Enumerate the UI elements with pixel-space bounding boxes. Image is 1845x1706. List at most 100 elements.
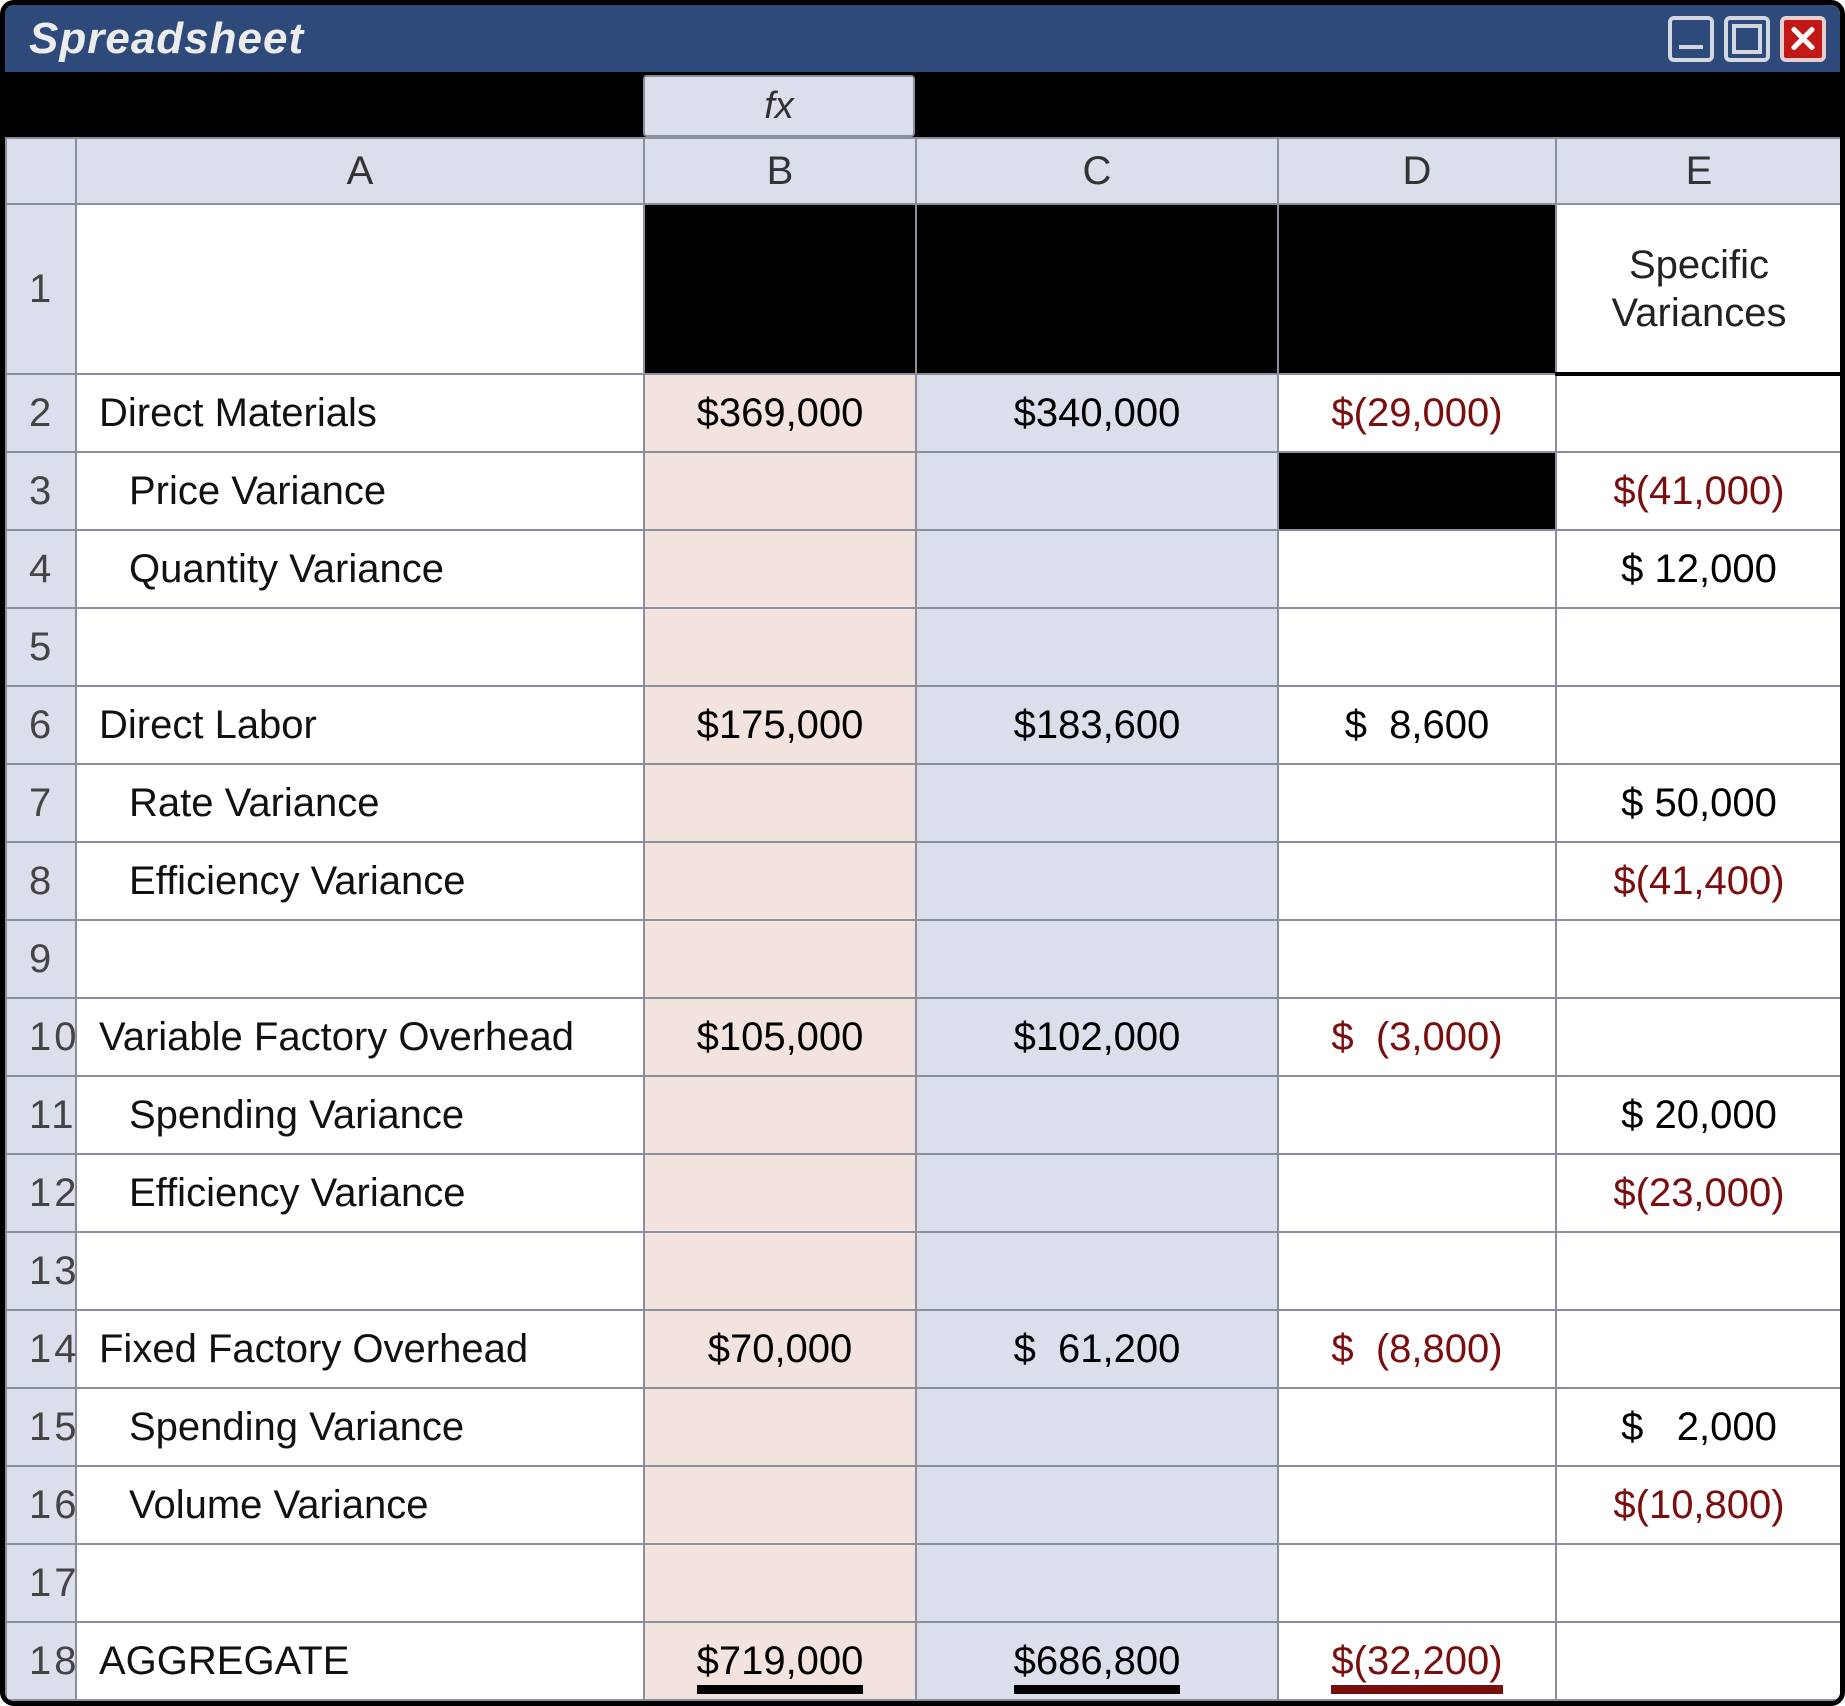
titlebar[interactable]: Spreadsheet	[5, 5, 1840, 75]
maximize-icon[interactable]	[1724, 16, 1770, 62]
cell-E17[interactable]	[1556, 1544, 1842, 1622]
cell-B10[interactable]: $105,000	[644, 998, 916, 1076]
cell-B9[interactable]	[644, 920, 916, 998]
cell-A15[interactable]: Spending Variance	[76, 1388, 644, 1466]
cell-B17[interactable]	[644, 1544, 916, 1622]
cell-D16[interactable]	[1278, 1466, 1556, 1544]
cell-A8[interactable]: Efficiency Variance	[76, 842, 644, 920]
row-header[interactable]: 4	[6, 530, 76, 608]
cell-A7[interactable]: Rate Variance	[76, 764, 644, 842]
col-header-D[interactable]: D	[1278, 138, 1556, 204]
row-header[interactable]: 8	[6, 842, 76, 920]
row-header[interactable]: 6	[6, 686, 76, 764]
cell-D1[interactable]: Overall Variances	[1278, 204, 1556, 374]
cell-C2[interactable]: $340,000	[916, 374, 1278, 452]
cell-B16[interactable]	[644, 1466, 916, 1544]
cell-C8[interactable]	[916, 842, 1278, 920]
cell-A2[interactable]: Direct Materials	[76, 374, 644, 452]
cell-B1[interactable]: Actual Cost to Account For	[644, 204, 916, 374]
cell-E14[interactable]	[1556, 1310, 1842, 1388]
cell-B7[interactable]	[644, 764, 916, 842]
cell-E16[interactable]: $(10,800)	[1556, 1466, 1842, 1544]
cell-A11[interactable]: Spending Variance	[76, 1076, 644, 1154]
cell-D15[interactable]	[1278, 1388, 1556, 1466]
cell-E9[interactable]	[1556, 920, 1842, 998]
cell-B18[interactable]: $719,000	[644, 1622, 916, 1700]
cell-A17[interactable]	[76, 1544, 644, 1622]
cell-C3[interactable]	[916, 452, 1278, 530]
cell-D12[interactable]	[1278, 1154, 1556, 1232]
cell-E7[interactable]: $ 50,000	[1556, 764, 1842, 842]
cell-B3[interactable]	[644, 452, 916, 530]
row-header[interactable]: 9	[6, 920, 76, 998]
cell-E18[interactable]	[1556, 1622, 1842, 1700]
cell-E8[interactable]: $(41,400)	[1556, 842, 1842, 920]
row-header[interactable]: 12	[6, 1154, 76, 1232]
cell-E2[interactable]	[1556, 374, 1842, 452]
cell-A10[interactable]: Variable Factory Overhead	[76, 998, 644, 1076]
cell-D10[interactable]: $ (3,000)	[1278, 998, 1556, 1076]
cell-D13[interactable]	[1278, 1232, 1556, 1310]
row-header[interactable]: 13	[6, 1232, 76, 1310]
col-header-C[interactable]: C	[916, 138, 1278, 204]
cell-C15[interactable]	[916, 1388, 1278, 1466]
cell-B11[interactable]	[644, 1076, 916, 1154]
cell-D18[interactable]: $(32,200)	[1278, 1622, 1556, 1700]
cell-A18[interactable]: AGGREGATE	[76, 1622, 644, 1700]
cell-B13[interactable]	[644, 1232, 916, 1310]
cell-D2[interactable]: $(29,000)	[1278, 374, 1556, 452]
cell-A13[interactable]	[76, 1232, 644, 1310]
cell-C5[interactable]	[916, 608, 1278, 686]
row-header[interactable]: 2	[6, 374, 76, 452]
cell-E11[interactable]: $ 20,000	[1556, 1076, 1842, 1154]
cell-A3[interactable]: Price Variance	[76, 452, 644, 530]
cell-C11[interactable]	[916, 1076, 1278, 1154]
cell-A6[interactable]: Direct Labor	[76, 686, 644, 764]
cell-D4[interactable]	[1278, 530, 1556, 608]
row-header[interactable]: 7	[6, 764, 76, 842]
row-header[interactable]: 17	[6, 1544, 76, 1622]
cell-E13[interactable]	[1556, 1232, 1842, 1310]
cell-A12[interactable]: Efficiency Variance	[76, 1154, 644, 1232]
cell-E5[interactable]	[1556, 608, 1842, 686]
row-header[interactable]: 18	[6, 1622, 76, 1700]
row-header[interactable]: 3	[6, 452, 76, 530]
cell-D11[interactable]	[1278, 1076, 1556, 1154]
cell-D14[interactable]: $ (8,800)	[1278, 1310, 1556, 1388]
close-icon[interactable]	[1780, 16, 1826, 62]
cell-C4[interactable]	[916, 530, 1278, 608]
fx-label[interactable]: fx	[643, 75, 915, 137]
col-header-B[interactable]: B	[644, 138, 916, 204]
cell-B8[interactable]	[644, 842, 916, 920]
cell-D5[interactable]	[1278, 608, 1556, 686]
cell-B15[interactable]	[644, 1388, 916, 1466]
cell-D17[interactable]	[1278, 1544, 1556, 1622]
cell-B2[interactable]: $369,000	[644, 374, 916, 452]
cell-D7[interactable]	[1278, 764, 1556, 842]
cell-A16[interactable]: Volume Variance	[76, 1466, 644, 1544]
cell-C13[interactable]	[916, 1232, 1278, 1310]
row-header[interactable]: 1	[6, 204, 76, 374]
row-header[interactable]: 10	[6, 998, 76, 1076]
cell-E15[interactable]: $ 2,000	[1556, 1388, 1842, 1466]
cell-C16[interactable]	[916, 1466, 1278, 1544]
name-box[interactable]	[5, 75, 643, 137]
row-header[interactable]: 11	[6, 1076, 76, 1154]
cell-E6[interactable]	[1556, 686, 1842, 764]
cell-E3[interactable]: $(41,000)	[1556, 452, 1842, 530]
cell-B6[interactable]: $175,000	[644, 686, 916, 764]
cell-D3[interactable]	[1278, 452, 1556, 530]
cell-C9[interactable]	[916, 920, 1278, 998]
cell-C14[interactable]: $ 61,200	[916, 1310, 1278, 1388]
cell-D8[interactable]	[1278, 842, 1556, 920]
cell-E4[interactable]: $ 12,000	[1556, 530, 1842, 608]
row-header[interactable]: 14	[6, 1310, 76, 1388]
cell-A9[interactable]	[76, 920, 644, 998]
cell-A4[interactable]: Quantity Variance	[76, 530, 644, 608]
col-header-A[interactable]: A	[76, 138, 644, 204]
cell-C18[interactable]: $686,800	[916, 1622, 1278, 1700]
cell-C7[interactable]	[916, 764, 1278, 842]
cell-E1[interactable]: Specific Variances	[1556, 204, 1842, 374]
cell-B4[interactable]	[644, 530, 916, 608]
col-header-E[interactable]: E	[1556, 138, 1842, 204]
